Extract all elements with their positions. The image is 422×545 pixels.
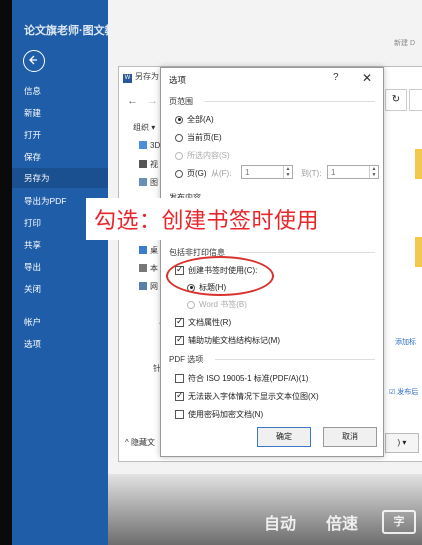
subtitle-icon[interactable]: 字 (382, 510, 416, 534)
backstage-item-export[interactable]: 导出 (24, 261, 41, 273)
dialog-title: 选项 (169, 75, 187, 85)
radio-current-page[interactable]: 当前页(E) (175, 132, 222, 143)
nav-back-icon[interactable]: ← (127, 95, 138, 107)
divider (215, 359, 375, 360)
backstage-item-share[interactable]: 共享 (24, 239, 41, 251)
back-arrow-button[interactable] (23, 50, 45, 72)
section-pdf-options: PDF 选项 (169, 355, 204, 364)
to-label: 到(T): (301, 169, 322, 178)
backstage-item-saveas[interactable]: 另存为 (12, 168, 108, 188)
saveas-title: W 另存为 (123, 71, 159, 83)
new-doc-label: 新建 D (394, 40, 415, 47)
saveas-title-text: 另存为 (135, 72, 159, 81)
backstage-item-account[interactable]: 帐户 (24, 316, 41, 328)
from-spinner[interactable]: 1 ▲ ▼ (241, 165, 293, 179)
folder-icon (415, 149, 422, 179)
radio-word-bookmarks[interactable]: Word 书签(B) (187, 299, 247, 310)
tree-item-local[interactable]: 本 (139, 263, 158, 274)
tree-item-video[interactable]: 视 (139, 159, 158, 170)
backstage-item-export-pdf[interactable]: 导出为PDF (24, 195, 67, 207)
publish-checkbox[interactable]: ☑ 发布后 (389, 387, 418, 397)
saveas-dropdown-button[interactable]: ) ▾ (385, 433, 419, 453)
search-box[interactable] (409, 89, 422, 111)
video-auto-button[interactable]: 自动 (264, 510, 296, 534)
divider (205, 101, 375, 102)
nav-forward-icon[interactable]: → (147, 95, 158, 107)
tree-item-pictures[interactable]: 图 (139, 177, 158, 188)
caption-box: 勾选：创建书签时使用 (86, 198, 362, 240)
word-icon: W (123, 74, 132, 83)
tree-item-3d[interactable]: 3D (139, 141, 160, 150)
left-black-border (0, 0, 12, 545)
chk-document-properties[interactable]: 文档属性(R) (175, 316, 231, 328)
hide-folders-toggle[interactable]: ^ 隐藏文 (125, 437, 155, 448)
chk-pdfa[interactable]: 符合 ISO 19005-1 标准(PDF/A)(1) (175, 373, 308, 384)
section-page-range: 页范围 (169, 97, 193, 106)
backstage-item-print[interactable]: 打印 (24, 217, 41, 229)
caption-text: 勾选：创建书签时使用 (94, 209, 320, 234)
highlight-ellipse (166, 256, 274, 296)
chk-bitmap-text[interactable]: 无法嵌入字体情况下显示文本位图(X) (175, 390, 319, 402)
chk-encrypt[interactable]: 使用密码加密文档(N) (175, 409, 263, 420)
refresh-icon[interactable]: ↻ (385, 89, 407, 111)
add-tag-link[interactable]: 添加标 (395, 337, 416, 347)
backstage-sidebar: 论文旗老师·图文教程 信息 新建 打开 保存 另存为 导出为PDF 打印 共享 … (12, 0, 127, 545)
folder-icon (415, 237, 422, 267)
radio-selection[interactable]: 所选内容(S) (175, 150, 230, 161)
backstage-item-save[interactable]: 保存 (24, 151, 41, 163)
close-icon[interactable]: ✕ (362, 71, 372, 85)
video-speed-button[interactable]: 倍速 (326, 510, 358, 534)
organize-menu[interactable]: 组织 ▾ (133, 122, 155, 133)
divider (239, 252, 375, 253)
tree-item-desktop[interactable]: 桌 (139, 245, 158, 256)
from-label: 从(F): (211, 169, 232, 178)
backstage-item-info[interactable]: 信息 (24, 85, 41, 97)
backstage-item-new[interactable]: 新建 (24, 107, 41, 119)
chk-structure-tags[interactable]: 辅助功能文档结构标记(M) (175, 334, 280, 346)
radio-all-pages[interactable]: 全部(A) (175, 114, 214, 125)
backstage-item-options[interactable]: 选项 (24, 338, 41, 350)
backstage-item-close[interactable]: 关闭 (24, 283, 41, 295)
backstage-item-open[interactable]: 打开 (24, 129, 41, 141)
to-spinner[interactable]: 1 ▲ ▼ (327, 165, 379, 179)
radio-pages[interactable]: 页(G) (175, 168, 207, 179)
back-arrow-icon (29, 55, 37, 65)
tree-item-network[interactable]: 网 (139, 281, 158, 292)
help-icon[interactable]: ? (333, 72, 339, 83)
cancel-button[interactable]: 取消 (323, 427, 377, 447)
ok-button[interactable]: 确定 (257, 427, 311, 447)
